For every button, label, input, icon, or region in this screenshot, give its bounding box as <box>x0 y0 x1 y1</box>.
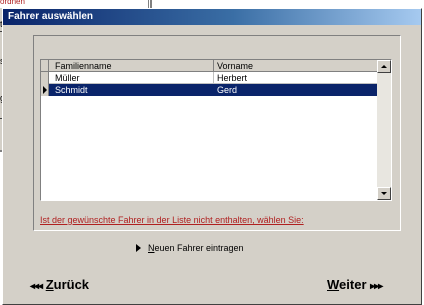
column-header-vorname[interactable]: Vorname <box>217 61 253 71</box>
back-accel: Z <box>45 277 54 292</box>
driver-not-listed-hint: Ist der gewünschte Fahrer in der Liste n… <box>40 215 304 225</box>
column-separator <box>213 60 214 71</box>
next-label: eiter <box>339 277 367 292</box>
dialog-title: Fahrer auswählen <box>8 11 94 22</box>
background-window-header: ordnen <box>0 0 150 8</box>
next-button[interactable]: Weiter ▸▸▸ <box>327 277 383 292</box>
next-accel: W <box>327 277 340 292</box>
row-selector[interactable] <box>41 72 49 84</box>
table-row[interactable]: Müller Herbert <box>41 72 377 84</box>
play-arrow-icon <box>136 244 141 252</box>
header-selector-cell <box>41 60 49 71</box>
back-label: urück <box>53 277 90 292</box>
cell-vorname: Herbert <box>217 73 248 83</box>
scroll-down-button[interactable] <box>377 187 391 200</box>
driver-table[interactable]: Familienname Vorname Müller Herbert Schm… <box>40 59 392 201</box>
vertical-scrollbar[interactable] <box>377 60 391 200</box>
arrow-up-icon <box>381 65 387 68</box>
selection-highlight <box>49 84 377 96</box>
scroll-up-button[interactable] <box>377 60 391 73</box>
new-driver-label: Neuen Fahrer eintragen <box>148 243 244 253</box>
arrow-down-icon <box>381 192 387 195</box>
current-record-arrow-icon <box>43 86 47 94</box>
back-button[interactable]: ◂◂◂ Zurück <box>30 277 89 292</box>
background-window-top-text: ordnen <box>0 0 25 6</box>
table-row-selected[interactable]: Schmidt Gerd <box>41 84 377 96</box>
dialog-titlebar[interactable]: Fahrer auswählen <box>3 9 421 25</box>
column-header-familienname[interactable]: Familienname <box>55 61 112 71</box>
next-arrows-icon: ▸▸▸ <box>370 281 383 292</box>
cell-familienname: Schmidt <box>55 85 88 95</box>
cell-vorname: Gerd <box>217 85 238 95</box>
new-driver-label-rest: euen Fahrer eintragen <box>154 243 244 253</box>
back-arrows-icon: ◂◂◂ <box>30 281 43 292</box>
table-header: Familienname Vorname <box>41 60 377 72</box>
cell-familienname: Müller <box>55 73 80 83</box>
row-selector[interactable] <box>41 84 49 96</box>
